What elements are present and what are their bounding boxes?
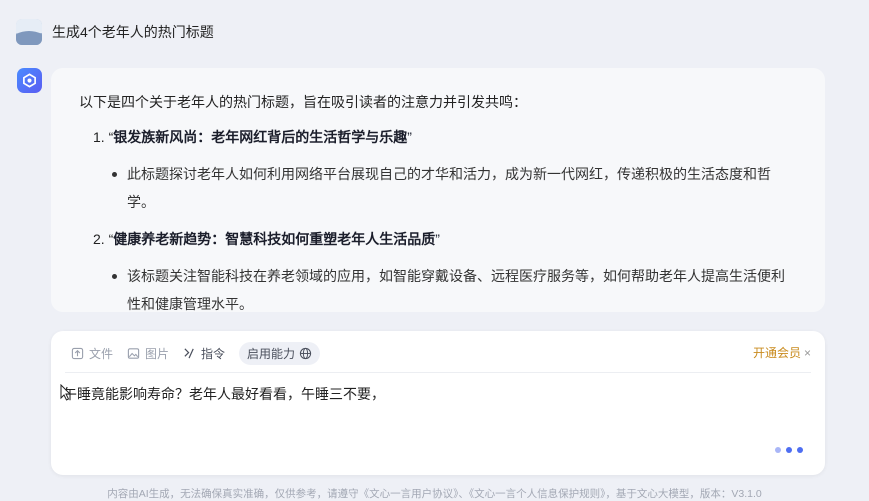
loading-dot	[797, 447, 803, 453]
answer-item-description: 此标题探讨老年人如何利用网络平台展现自己的才华和活力，成为新一代网红，传递积极的…	[79, 160, 797, 216]
loading-dot	[775, 447, 781, 453]
composer: 文件 图片 指令 启用能力 开通会员 × 午睡竟能影响寿命？老年人最好看看，午睡…	[51, 331, 825, 475]
answer-item-2: 2. “健康养老新趋势：智慧科技如何重塑老年人生活品质”	[93, 231, 440, 247]
loading-dot	[786, 447, 792, 453]
message-input[interactable]: 午睡竟能影响寿命？老年人最好看看，午睡三不要，	[63, 383, 385, 405]
vip-link[interactable]: 开通会员	[753, 344, 801, 361]
bot-logo-icon	[17, 68, 42, 93]
file-button[interactable]: 文件	[71, 345, 113, 362]
globe-icon	[299, 347, 312, 359]
answer-item-title: 银发族新风尚：老年网红背后的生活哲学与乐趣	[113, 129, 408, 145]
command-button[interactable]: 指令	[183, 345, 225, 362]
bullet-dot	[112, 172, 117, 177]
user-avatar	[16, 19, 42, 45]
answer-item-description: 该标题关注智能科技在养老领域的应用，如智能穿戴设备、远程医疗服务等，如何帮助老年…	[79, 262, 797, 312]
command-icon	[184, 347, 194, 358]
user-prompt: 生成4个老年人的热门标题	[52, 24, 214, 40]
file-label: 文件	[89, 346, 114, 361]
image-label: 图片	[145, 346, 170, 361]
bullet-dot	[112, 274, 117, 279]
enable-capability-button[interactable]: 启用能力	[239, 341, 321, 365]
command-label: 指令	[201, 346, 226, 361]
send-button[interactable]	[775, 447, 803, 453]
disclaimer-footer: 内容由AI生成，无法确保真实准确，仅供参考，请遵守《文心一言用户协议》、《文心一…	[107, 488, 762, 500]
composer-toolbar: 文件 图片 指令 启用能力	[71, 341, 321, 365]
file-icon	[71, 347, 84, 359]
answer-card: 以下是四个关于老年人的热门标题，旨在吸引读者的注意力并引发共鸣： 1. “银发族…	[51, 68, 825, 312]
vip-close-icon[interactable]: ×	[804, 346, 811, 360]
divider	[65, 372, 811, 373]
answer-item-title: 健康养老新趋势：智慧科技如何重塑老年人生活品质	[113, 231, 436, 247]
image-button[interactable]: 图片	[127, 345, 169, 362]
image-icon	[127, 347, 140, 359]
mouse-cursor-icon	[60, 384, 71, 401]
capability-label: 启用能力	[247, 346, 296, 361]
user-message: 生成4个老年人的热门标题	[16, 16, 214, 48]
answer-intro: 以下是四个关于老年人的热门标题，旨在吸引读者的注意力并引发共鸣：	[79, 94, 527, 110]
vip-banner[interactable]: 开通会员 ×	[753, 344, 811, 361]
answer-item-1: 1. “银发族新风尚：老年网红背后的生活哲学与乐趣”	[93, 129, 412, 145]
